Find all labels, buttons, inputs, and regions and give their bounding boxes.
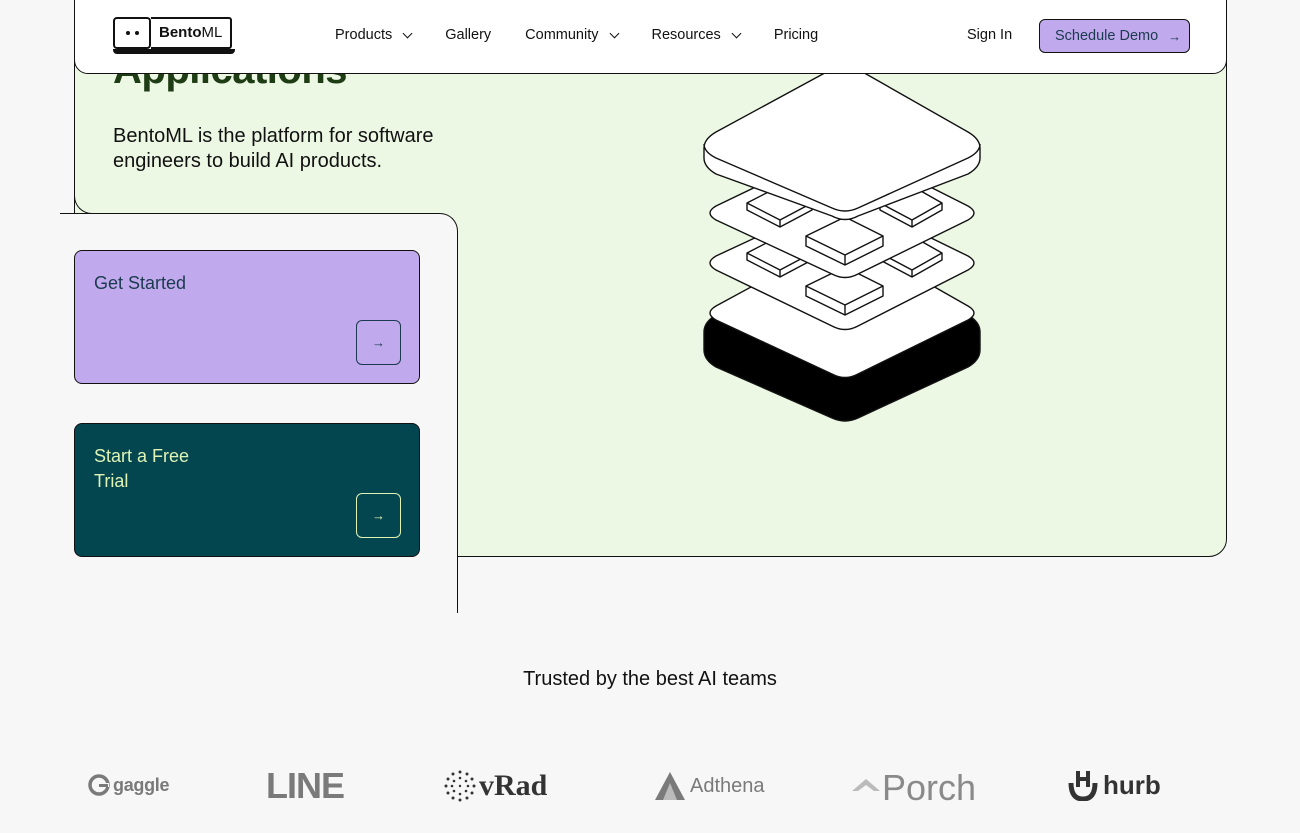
nav-products-label: Products (335, 27, 393, 43)
arrow-right-icon: → (1168, 28, 1182, 44)
adthena-logo-text: Adthena (690, 774, 765, 797)
sign-in-link[interactable]: Sign In (967, 27, 1012, 43)
vrad-logo-icon: vRad (443, 769, 547, 803)
chevron-down-icon (402, 28, 413, 38)
logo-mark-icon (113, 17, 151, 49)
chevron-down-icon (731, 28, 742, 38)
nav-gallery[interactable]: Gallery (445, 27, 491, 43)
nav-products[interactable]: Products (335, 27, 413, 43)
line-logo-icon: LINE (266, 765, 345, 807)
logo-wordmark: BentoML (151, 17, 233, 49)
nav-community-label: Community (525, 27, 599, 43)
hero-description: BentoML is the platform for software eng… (113, 125, 434, 172)
get-started-arrow-button[interactable]: → (356, 320, 401, 365)
adthena-logo-icon: Adthena (654, 771, 765, 801)
nav-pricing[interactable]: Pricing (774, 27, 818, 43)
logo-shadow (113, 49, 235, 54)
arrow-right-icon: → (372, 335, 385, 350)
schedule-demo-button[interactable]: Schedule Demo → (1039, 19, 1190, 53)
trusted-heading: Trusted by the best AI teams (523, 668, 777, 690)
hero-cutout-mask (60, 214, 74, 614)
free-trial-label: Start a Free Trial (94, 446, 190, 491)
nav-gallery-label: Gallery (445, 27, 492, 43)
gaggle-logo-text: gaggle (113, 774, 170, 795)
vrad-logo-text: vRad (479, 769, 548, 802)
porch-logo-text: Porch (882, 767, 977, 808)
free-trial-arrow-button[interactable]: → (356, 493, 401, 538)
nav-resources-label: Resources (651, 27, 721, 43)
gaggle-logo-icon: gaggle (87, 773, 170, 797)
hurb-logo-text: hurb (1103, 769, 1161, 800)
customer-logos: gaggle LINE vRad Adthena Porch hurb (0, 765, 1300, 810)
main-nav: Products Gallery Community Resources Pri… (335, 27, 852, 43)
hurb-logo-icon: hurb (1067, 769, 1161, 801)
nav-community[interactable]: Community (525, 27, 619, 43)
nav-resources[interactable]: Resources (651, 27, 742, 43)
get-started-label: Get Started (94, 273, 187, 293)
nav-pricing-label: Pricing (773, 27, 819, 43)
bentoml-logo[interactable]: BentoML (113, 17, 235, 54)
line-logo-text: LINE (266, 765, 345, 806)
arrow-right-icon: → (372, 508, 385, 523)
free-trial-card[interactable]: Start a Free Trial → (74, 423, 420, 557)
chevron-down-icon (609, 28, 619, 38)
bento-stack-illustration (703, 61, 981, 422)
schedule-demo-label: Schedule Demo (1055, 28, 1159, 44)
get-started-card[interactable]: Get Started → (74, 250, 420, 384)
porch-logo-icon: Porch (852, 767, 976, 809)
top-navbar: BentoML Products Gallery Community Resou… (74, 0, 1227, 74)
